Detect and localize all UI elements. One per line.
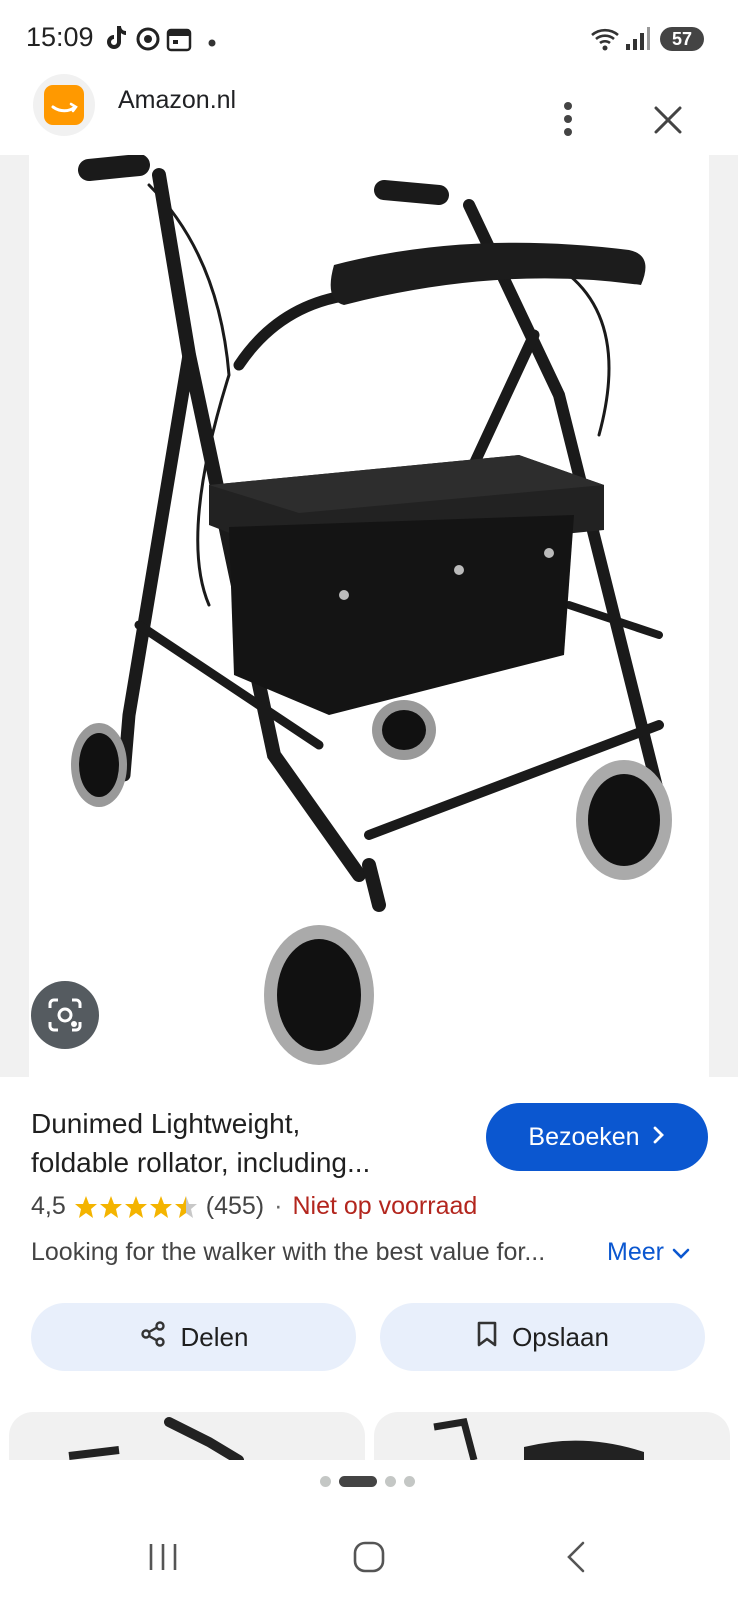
chevron-down-icon — [672, 1238, 690, 1267]
status-time: 15:09 — [26, 22, 94, 52]
back-icon[interactable] — [564, 1540, 588, 1579]
product-image[interactable] — [29, 154, 709, 1077]
star-rating-icon — [74, 1194, 198, 1220]
more-button[interactable]: Meer — [607, 1238, 690, 1267]
tiktok-icon — [104, 24, 128, 57]
pagination-dots — [320, 1476, 415, 1487]
close-icon[interactable] — [648, 100, 688, 140]
chevron-right-icon — [652, 1123, 666, 1152]
share-icon — [139, 1320, 167, 1355]
page-dot — [404, 1476, 415, 1487]
review-count: (455) — [205, 1192, 265, 1220]
visit-button[interactable]: Bezoeken — [486, 1103, 708, 1171]
product-title-line1: Dunimed Lightweight, — [31, 1108, 301, 1139]
star-icon — [99, 1195, 122, 1218]
amazon-logo-icon — [33, 74, 95, 136]
share-label: Delen — [180, 1321, 249, 1352]
system-nav-bar — [0, 1510, 738, 1600]
related-card[interactable] — [374, 1412, 730, 1460]
stock-status: Niet op voorraad — [292, 1192, 478, 1220]
product-description: Looking for the walker with the best val… — [31, 1238, 546, 1266]
more-label: Meer — [607, 1238, 664, 1266]
separator: · — [274, 1192, 283, 1220]
save-button[interactable]: Opslaan — [380, 1303, 705, 1371]
rating-value: 4,5 — [31, 1192, 66, 1220]
status-bar: 15:09 57 — [0, 0, 738, 78]
page-dot — [320, 1476, 331, 1487]
signal-icon — [625, 26, 651, 57]
share-button[interactable]: Delen — [31, 1303, 356, 1371]
star-icon — [124, 1195, 147, 1218]
rollator-image — [71, 154, 672, 1065]
more-vert-icon[interactable] — [556, 100, 580, 140]
bookmark-icon — [476, 1320, 498, 1355]
related-image — [68, 1417, 244, 1460]
browser-header — [0, 72, 738, 154]
save-label: Opslaan — [512, 1321, 609, 1352]
wifi-icon — [590, 26, 620, 57]
related-card[interactable] — [9, 1412, 365, 1460]
star-icon — [174, 1195, 197, 1218]
rating-row: 4,5 (455) · Niet op voorraad — [31, 1192, 477, 1221]
page-dot-active — [339, 1476, 377, 1487]
recents-icon[interactable] — [146, 1542, 180, 1577]
lens-icon[interactable] — [31, 981, 99, 1049]
chrome-icon — [136, 27, 160, 56]
site-name[interactable]: Amazon.nl — [118, 86, 236, 115]
visit-label: Bezoeken — [528, 1122, 640, 1151]
product-title[interactable]: Dunimed Lightweight, foldable rollator, … — [31, 1104, 451, 1182]
star-icon — [74, 1195, 97, 1218]
calendar-icon — [166, 26, 192, 57]
related-image — [433, 1418, 644, 1460]
star-icon — [149, 1195, 172, 1218]
battery-icon: 57 — [660, 27, 704, 51]
product-title-line2: foldable rollator, including... — [31, 1147, 371, 1178]
page-dot — [385, 1476, 396, 1487]
home-icon[interactable] — [352, 1540, 386, 1579]
notification-dot-icon — [208, 34, 216, 52]
